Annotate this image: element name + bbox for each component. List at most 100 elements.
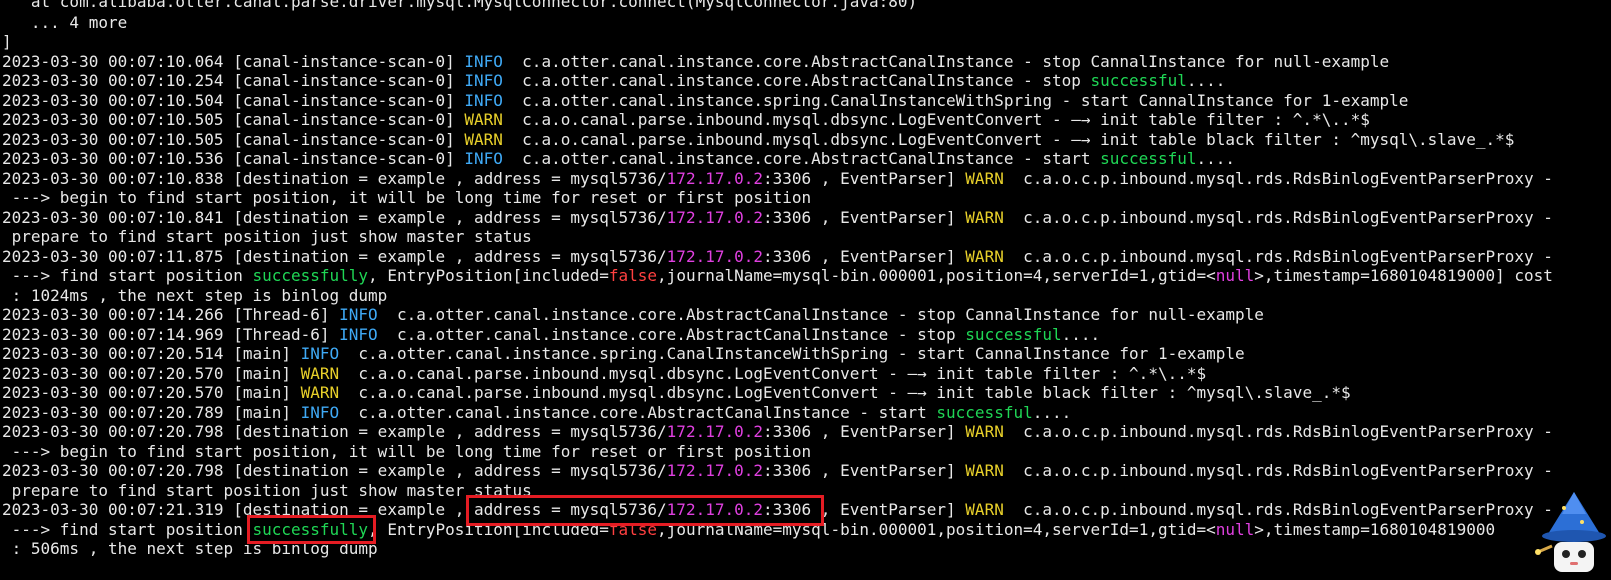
log-segment-null: null bbox=[1215, 266, 1255, 285]
log-segment-info: INFO bbox=[339, 325, 378, 344]
log-segment-default: prepare to find start position just show… bbox=[2, 227, 532, 246]
log-segment-default: c.a.otter.canal.instance.core.AbstractCa… bbox=[377, 325, 966, 344]
log-line: ] bbox=[2, 32, 12, 52]
log-segment-ip: 172.17.0.2 bbox=[666, 208, 763, 227]
log-line: 2023-03-30 00:07:10.536 [canal-instance-… bbox=[2, 149, 1235, 169]
log-segment-default: c.a.otter.canal.instance.spring.CanalIns… bbox=[339, 344, 1245, 363]
log-line: 2023-03-30 00:07:14.266 [Thread-6] INFO … bbox=[2, 305, 1264, 325]
log-line: 2023-03-30 00:07:20.798 [destination = e… bbox=[2, 422, 1553, 442]
log-segment-default: :3306 , EventParser] bbox=[763, 461, 966, 480]
log-line: 2023-03-30 00:07:10.838 [destination = e… bbox=[2, 169, 1553, 189]
log-line: 2023-03-30 00:07:20.514 [main] INFO c.a.… bbox=[2, 344, 1245, 364]
log-segment-default: c.a.otter.canal.instance.core.AbstractCa… bbox=[502, 52, 1390, 71]
log-segment-ok: successful bbox=[965, 325, 1062, 344]
log-line: at com.alibaba.otter.canal.parse.driver.… bbox=[2, 0, 917, 12]
log-segment-default: 2023-03-30 00:07:14.266 [Thread-6] bbox=[2, 305, 340, 324]
log-segment-default: 2023-03-30 00:07:20.570 [main] bbox=[2, 364, 301, 383]
log-segment-default: c.a.otter.canal.instance.spring.CanalIns… bbox=[502, 91, 1409, 110]
log-segment-default: c.a.o.c.p.inbound.mysql.rds.RdsBinlogEve… bbox=[1003, 461, 1553, 480]
log-segment-ip: 172.17.0.2 bbox=[666, 247, 763, 266]
log-segment-info: INFO bbox=[300, 344, 340, 363]
log-line: 2023-03-30 00:07:14.969 [Thread-6] INFO … bbox=[2, 325, 1100, 345]
log-segment-null: null bbox=[1215, 520, 1255, 539]
log-segment-default: c.a.o.c.p.inbound.mysql.rds.RdsBinlogEve… bbox=[1003, 169, 1553, 188]
log-line: : 1024ms , the next step is binlog dump bbox=[2, 286, 388, 306]
log-segment-default: ... 4 more bbox=[2, 13, 128, 32]
log-segment-warn: WARN bbox=[300, 364, 340, 383]
log-segment-default: .... bbox=[1032, 403, 1072, 422]
log-line: 2023-03-30 00:07:10.064 [canal-instance-… bbox=[2, 52, 1389, 72]
log-segment-default: 2023-03-30 00:07:10.841 [destination = e… bbox=[2, 208, 667, 227]
log-segment-default: , EntryPosition[included= bbox=[368, 266, 609, 285]
log-segment-default: ---> begin to find start position, it wi… bbox=[2, 188, 812, 207]
log-segment-default: .... bbox=[1061, 325, 1101, 344]
log-segment-default: .... bbox=[1186, 71, 1226, 90]
log-segment-default: 2023-03-30 00:07:20.789 [main] bbox=[2, 403, 301, 422]
log-segment-info: INFO bbox=[464, 91, 503, 110]
log-segment-info: INFO bbox=[464, 71, 503, 90]
log-line: prepare to find start position just show… bbox=[2, 227, 532, 247]
log-segment-warn: WARN bbox=[965, 500, 1004, 519]
log-segment-default: 2023-03-30 00:07:10.504 [canal-instance-… bbox=[2, 91, 465, 110]
log-segment-warn: WARN bbox=[965, 169, 1004, 188]
log-segment-ip: 172.17.0.2 bbox=[666, 461, 763, 480]
log-segment-default: c.a.o.c.p.inbound.mysql.rds.RdsBinlogEve… bbox=[1003, 500, 1553, 519]
log-segment-warn: WARN bbox=[464, 130, 503, 149]
terminal-output[interactable]: at com.alibaba.otter.canal.parse.driver.… bbox=[0, 0, 1611, 580]
log-line: 2023-03-30 00:07:10.504 [canal-instance-… bbox=[2, 91, 1408, 111]
log-segment-ok: successful bbox=[936, 403, 1033, 422]
highlight-box-address bbox=[466, 495, 824, 526]
log-line: 2023-03-30 00:07:10.841 [destination = e… bbox=[2, 208, 1553, 228]
log-segment-default: ,journalName=mysql-bin.000001,position=4… bbox=[657, 266, 1216, 285]
log-segment-default: >,timestamp=1680104819000 bbox=[1254, 520, 1496, 539]
log-line: 2023-03-30 00:07:20.789 [main] INFO c.a.… bbox=[2, 403, 1071, 423]
log-segment-default: c.a.o.c.p.inbound.mysql.rds.RdsBinlogEve… bbox=[1003, 208, 1553, 227]
log-segment-default: c.a.otter.canal.instance.core.AbstractCa… bbox=[502, 149, 1101, 168]
log-segment-warn: WARN bbox=[965, 208, 1004, 227]
log-segment-warn: WARN bbox=[965, 461, 1004, 480]
log-segment-default: c.a.otter.canal.instance.core.AbstractCa… bbox=[502, 71, 1091, 90]
log-segment-default: c.a.otter.canal.instance.core.AbstractCa… bbox=[377, 305, 1264, 324]
log-line: 2023-03-30 00:07:20.570 [main] WARN c.a.… bbox=[2, 364, 1206, 384]
log-segment-info: INFO bbox=[300, 403, 340, 422]
log-segment-default: c.a.otter.canal.instance.core.AbstractCa… bbox=[339, 403, 937, 422]
log-segment-default: c.a.o.c.p.inbound.mysql.rds.RdsBinlogEve… bbox=[1003, 422, 1553, 441]
log-segment-warn: WARN bbox=[965, 422, 1004, 441]
log-segment-default: >,timestamp=1680104819000] cost bbox=[1254, 266, 1553, 285]
log-segment-default: 2023-03-30 00:07:10.505 [canal-instance-… bbox=[2, 130, 465, 149]
log-segment-default: 2023-03-30 00:07:10.536 [canal-instance-… bbox=[2, 149, 465, 168]
log-segment-ip: 172.17.0.2 bbox=[666, 169, 763, 188]
log-segment-default: 2023-03-30 00:07:20.798 [destination = e… bbox=[2, 422, 667, 441]
log-segment-default: at com.alibaba.otter.canal.parse.driver.… bbox=[2, 0, 918, 11]
log-segment-false: false bbox=[608, 266, 658, 285]
log-line: prepare to find start position just show… bbox=[2, 481, 532, 501]
log-segment-default: 2023-03-30 00:07:10.064 [canal-instance-… bbox=[2, 52, 465, 71]
log-line: 2023-03-30 00:07:11.875 [destination = e… bbox=[2, 247, 1553, 267]
log-segment-default: prepare to find start position just show… bbox=[2, 481, 532, 500]
log-segment-default: c.a.o.canal.parse.inbound.mysql.dbsync.L… bbox=[339, 364, 1207, 383]
log-segment-default: c.a.o.c.p.inbound.mysql.rds.RdsBinlogEve… bbox=[1003, 247, 1553, 266]
log-segment-info: INFO bbox=[339, 305, 378, 324]
log-line: ---> find start position successfully, E… bbox=[2, 266, 1553, 286]
highlight-box-successfully bbox=[247, 515, 376, 544]
log-segment-default: :3306 , EventParser] bbox=[763, 422, 966, 441]
log-segment-default: 2023-03-30 00:07:10.505 [canal-instance-… bbox=[2, 110, 465, 129]
log-segment-default: 2023-03-30 00:07:20.570 [main] bbox=[2, 383, 301, 402]
log-segment-default: 2023-03-30 00:07:20.798 [destination = e… bbox=[2, 461, 667, 480]
log-segment-default: 2023-03-30 00:07:11.875 [destination = e… bbox=[2, 247, 667, 266]
log-segment-warn: WARN bbox=[300, 383, 340, 402]
log-segment-ok: successful bbox=[1090, 71, 1187, 90]
log-segment-default: :3306 , EventParser] bbox=[763, 247, 966, 266]
log-segment-default: :3306 , EventParser] bbox=[763, 208, 966, 227]
log-line: ---> begin to find start position, it wi… bbox=[2, 188, 812, 208]
log-line: ... 4 more bbox=[2, 13, 127, 33]
log-segment-info: INFO bbox=[464, 149, 503, 168]
log-segment-default: ---> find start position bbox=[2, 266, 253, 285]
log-segment-default: ] bbox=[2, 32, 12, 51]
log-segment-warn: WARN bbox=[464, 110, 503, 129]
log-segment-default: 2023-03-30 00:07:14.969 [Thread-6] bbox=[2, 325, 340, 344]
log-segment-default: .... bbox=[1196, 149, 1235, 168]
log-segment-ok: successful bbox=[1100, 149, 1197, 168]
log-segment-default: :3306 , EventParser] bbox=[763, 169, 966, 188]
log-segment-default: 2023-03-30 00:07:10.838 [destination = e… bbox=[2, 169, 667, 188]
